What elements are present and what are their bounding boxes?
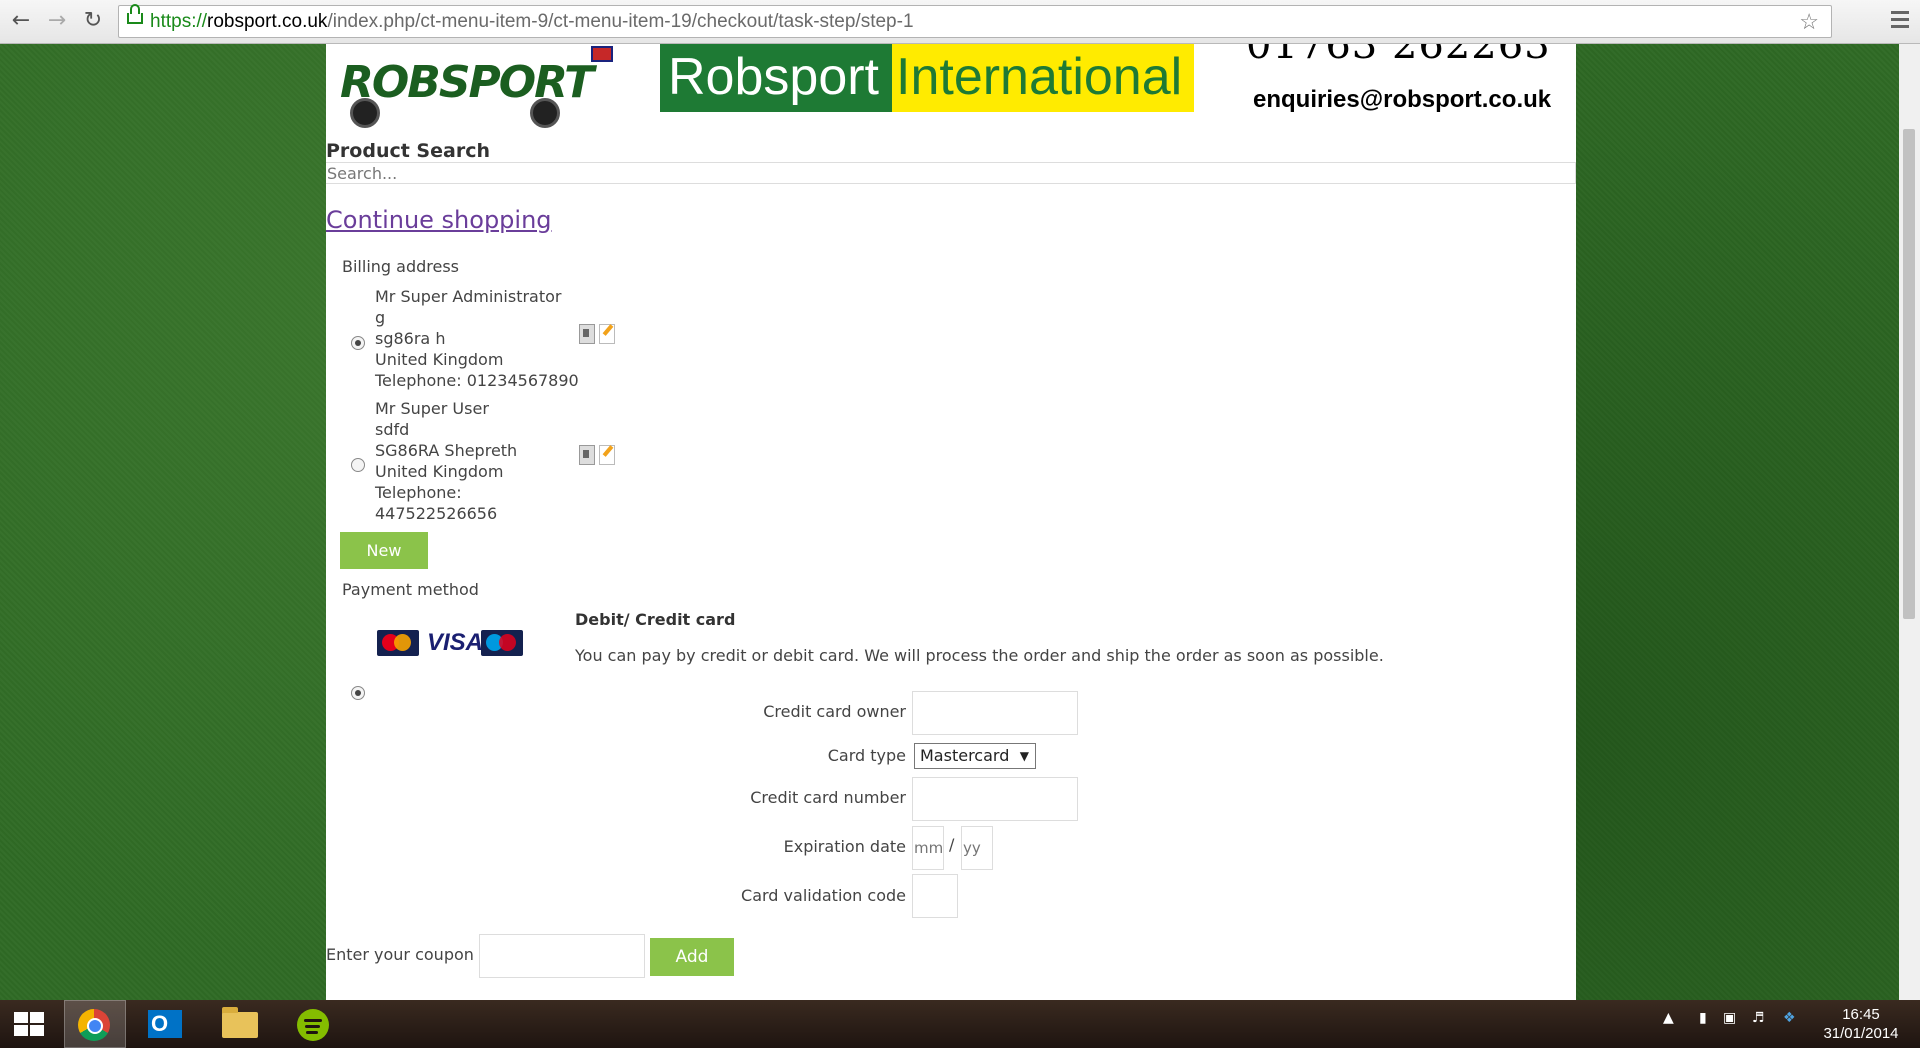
scrollbar-thumb[interactable] — [1903, 129, 1915, 619]
product-search-label: Product Search — [326, 140, 490, 162]
start-button[interactable] — [0, 1000, 62, 1048]
reload-icon[interactable]: ↻ — [80, 8, 106, 34]
mastercard-logo-icon — [377, 630, 419, 656]
add-coupon-button[interactable]: Add — [650, 938, 734, 976]
union-flag-icon — [591, 46, 613, 62]
spotify-icon — [297, 1009, 329, 1041]
payment-method-radio[interactable] — [351, 686, 365, 700]
card-type-select[interactable]: Mastercard ▼ — [914, 743, 1036, 769]
page-scrollbar[interactable] — [1899, 44, 1920, 1000]
coupon-input[interactable] — [479, 934, 645, 978]
outlook-icon: O — [148, 1010, 182, 1038]
expiry-year-input[interactable] — [961, 826, 993, 870]
back-arrow-icon[interactable]: ← — [8, 8, 34, 34]
expiration-date-label: Expiration date — [783, 837, 906, 856]
billing-address-radio-1[interactable] — [351, 336, 365, 350]
banner-robsport-text: Robsport — [660, 44, 892, 112]
chrome-icon — [78, 1009, 110, 1041]
product-search-input[interactable] — [326, 162, 1576, 184]
folder-icon — [222, 1007, 258, 1038]
url-text: https://robsport.co.uk/index.php/ct-menu… — [150, 11, 914, 32]
maestro-logo-icon — [481, 630, 523, 656]
expiry-month-input[interactable] — [912, 826, 944, 870]
dropdown-arrow-icon: ▼ — [1019, 749, 1029, 763]
windows-taskbar: O ▲ ▮ ▣ ♬ ❖ 16:45 31/01/2014 — [0, 1000, 1920, 1048]
windows-logo-icon — [14, 1012, 46, 1038]
banner-international-text: International — [892, 44, 1194, 112]
billing-address-1: Mr Super Administrator g sg86ra h United… — [375, 287, 579, 390]
billing-address-title: Billing address — [342, 257, 459, 276]
bookmark-star-icon[interactable]: ☆ — [1799, 6, 1819, 37]
payment-method-title: Payment method — [342, 580, 479, 599]
taskbar-chrome[interactable] — [64, 1000, 126, 1048]
taskbar-outlook[interactable]: O — [136, 1000, 198, 1048]
card-validation-code-input[interactable] — [912, 874, 958, 918]
edit-address-icon[interactable] — [599, 324, 615, 344]
continue-shopping-link[interactable]: Continue shopping — [326, 206, 552, 234]
billing-address-2: Mr Super User sdfd SG86RA Shepreth Unite… — [375, 399, 518, 523]
card-owner-label: Credit card owner — [763, 702, 906, 721]
wheel-icon — [530, 98, 560, 128]
dropbox-icon[interactable]: ❖ — [1783, 1010, 1796, 1026]
battery-icon[interactable]: ▮ — [1699, 1010, 1707, 1026]
payment-method-description: You can pay by credit or debit card. We … — [575, 646, 1384, 665]
taskbar-spotify[interactable] — [284, 1000, 346, 1048]
clock-time: 16:45 — [1842, 1006, 1880, 1023]
network-icon[interactable]: ▣ — [1723, 1010, 1736, 1026]
phone-number: 01763 262263 — [1246, 44, 1551, 68]
card-validation-code-label: Card validation code — [741, 886, 906, 905]
card-type-label: Card type — [827, 746, 906, 765]
lock-icon — [127, 4, 143, 24]
coupon-label: Enter your coupon — [326, 945, 474, 964]
new-address-button[interactable]: New — [340, 532, 428, 569]
web-page: ROBSPORT Robsport International 01763 26… — [326, 44, 1576, 1000]
visa-logo-icon: VISA — [427, 629, 484, 656]
clock-date: 31/01/2014 — [1823, 1025, 1899, 1042]
expiry-separator: / — [949, 835, 955, 854]
edit-address-icon[interactable] — [599, 445, 615, 465]
email-address[interactable]: enquiries@robsport.co.uk — [1253, 86, 1551, 114]
address-bar[interactable]: https://robsport.co.uk/index.php/ct-menu… — [118, 4, 1832, 38]
delete-address-icon[interactable] — [579, 324, 595, 344]
billing-address-radio-2[interactable] — [351, 458, 365, 472]
tray-overflow-chevron-icon[interactable]: ▲ — [1663, 1010, 1674, 1026]
delete-address-icon[interactable] — [579, 445, 595, 465]
payment-method-name: Debit/ Credit card — [575, 610, 736, 629]
robsport-international-banner: Robsport International — [660, 44, 1194, 112]
taskbar-file-explorer[interactable] — [210, 1000, 272, 1048]
forward-arrow-icon[interactable]: → — [44, 8, 70, 34]
card-owner-input[interactable] — [912, 691, 1078, 735]
system-clock[interactable]: 16:45 31/01/2014 — [1820, 1005, 1902, 1043]
volume-icon[interactable]: ♬ — [1752, 1010, 1765, 1026]
browser-menu-icon[interactable] — [1891, 11, 1909, 32]
card-number-label: Credit card number — [750, 788, 906, 807]
browser-toolbar: ← → ↻ https://robsport.co.uk/index.php/c… — [0, 0, 1920, 44]
card-number-input[interactable] — [912, 777, 1078, 821]
wheel-icon — [350, 98, 380, 128]
